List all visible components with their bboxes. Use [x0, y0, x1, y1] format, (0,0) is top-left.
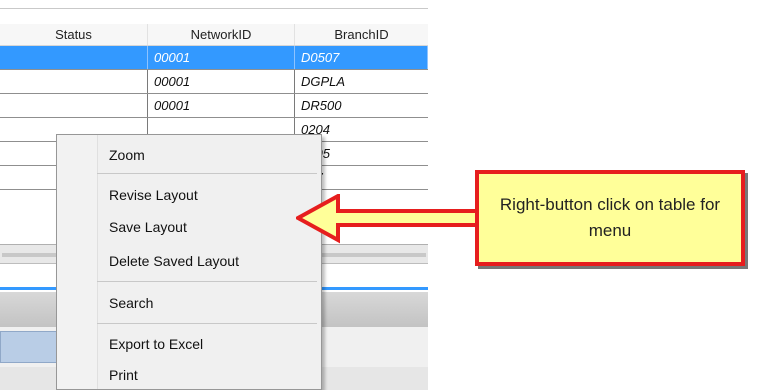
- menu-separator: [97, 281, 317, 282]
- callout-text: Right-button click on table for menu: [499, 195, 721, 240]
- cell-branchid: D0507: [295, 46, 428, 69]
- menu-item-delete-saved-layout[interactable]: Delete Saved Layout: [97, 249, 321, 273]
- cell-status: [0, 94, 148, 117]
- cell-networkid: 00001: [148, 46, 295, 69]
- menu-item-save-layout[interactable]: Save Layout: [97, 215, 321, 239]
- callout-arrow-icon: [296, 194, 478, 244]
- cell-networkid: 00001: [148, 94, 295, 117]
- panel-tab[interactable]: [0, 331, 60, 363]
- menu-item-export-to-excel[interactable]: Export to Excel: [97, 332, 321, 356]
- table-row[interactable]: 00001 DGPLA: [0, 70, 428, 94]
- grid-header: Status NetworkID BranchID: [0, 24, 428, 46]
- cell-networkid: 00001: [148, 70, 295, 93]
- menu-item-search[interactable]: Search: [97, 291, 321, 315]
- menu-separator: [97, 173, 317, 174]
- cell-status: [0, 46, 148, 69]
- menu-item-revise-layout[interactable]: Revise Layout: [97, 183, 321, 207]
- context-menu: Zoom Revise Layout Save Layout Delete Sa…: [56, 134, 322, 390]
- menu-icon-gutter: [57, 135, 98, 389]
- cell-branchid: DGPLA: [301, 74, 346, 89]
- cell-branchid: DR500: [301, 98, 342, 113]
- callout-box: Right-button click on table for menu: [475, 170, 745, 266]
- menu-item-zoom[interactable]: Zoom: [97, 143, 321, 167]
- table-row[interactable]: 00001 D0507: [0, 46, 428, 70]
- menu-separator: [97, 323, 317, 324]
- grid-top-divider: [0, 8, 428, 9]
- column-header-networkid[interactable]: NetworkID: [148, 24, 295, 45]
- table-row[interactable]: 00001 DR500: [0, 94, 428, 118]
- column-header-branchid[interactable]: BranchID: [295, 24, 428, 45]
- column-header-status[interactable]: Status: [0, 24, 148, 45]
- cell-status: [0, 70, 148, 93]
- menu-item-print[interactable]: Print: [97, 363, 321, 387]
